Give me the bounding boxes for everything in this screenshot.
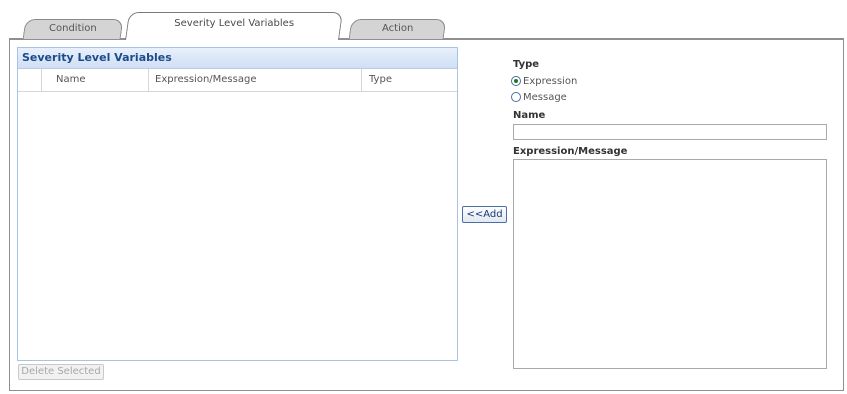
tab-action-label: Action: [381, 23, 414, 34]
variables-table-panel: Severity Level Variables Name Expression…: [17, 47, 458, 361]
table-header: Name Expression/Message Type: [18, 69, 457, 92]
select-column-header[interactable]: [18, 69, 42, 91]
radio-expression-label: Expression: [523, 76, 578, 87]
add-button[interactable]: <<Add: [462, 206, 507, 223]
tab-severity-level-variables[interactable]: Severity Level Variables: [125, 12, 343, 40]
panel-title: Severity Level Variables: [18, 48, 457, 69]
tab-action[interactable]: Action: [348, 19, 447, 39]
delete-selected-button[interactable]: Delete Selected: [18, 364, 104, 380]
column-header-type[interactable]: Type: [362, 69, 458, 91]
type-option-message[interactable]: Message: [511, 91, 567, 104]
type-option-expression[interactable]: Expression: [511, 75, 577, 88]
expression-message-input[interactable]: [513, 159, 827, 369]
radio-message[interactable]: [511, 92, 521, 102]
type-label: Type: [513, 59, 540, 70]
tab-condition[interactable]: Condition: [22, 19, 124, 39]
column-header-expression[interactable]: Expression/Message: [149, 69, 362, 91]
name-label: Name: [513, 110, 546, 121]
radio-expression[interactable]: [511, 76, 521, 86]
name-input[interactable]: [513, 124, 827, 140]
expression-message-label: Expression/Message: [513, 146, 628, 157]
tab-condition-label: Condition: [49, 23, 97, 34]
column-header-name[interactable]: Name: [42, 69, 149, 91]
tab-severity-label: Severity Level Variables: [174, 18, 295, 29]
radio-message-label: Message: [523, 92, 567, 103]
